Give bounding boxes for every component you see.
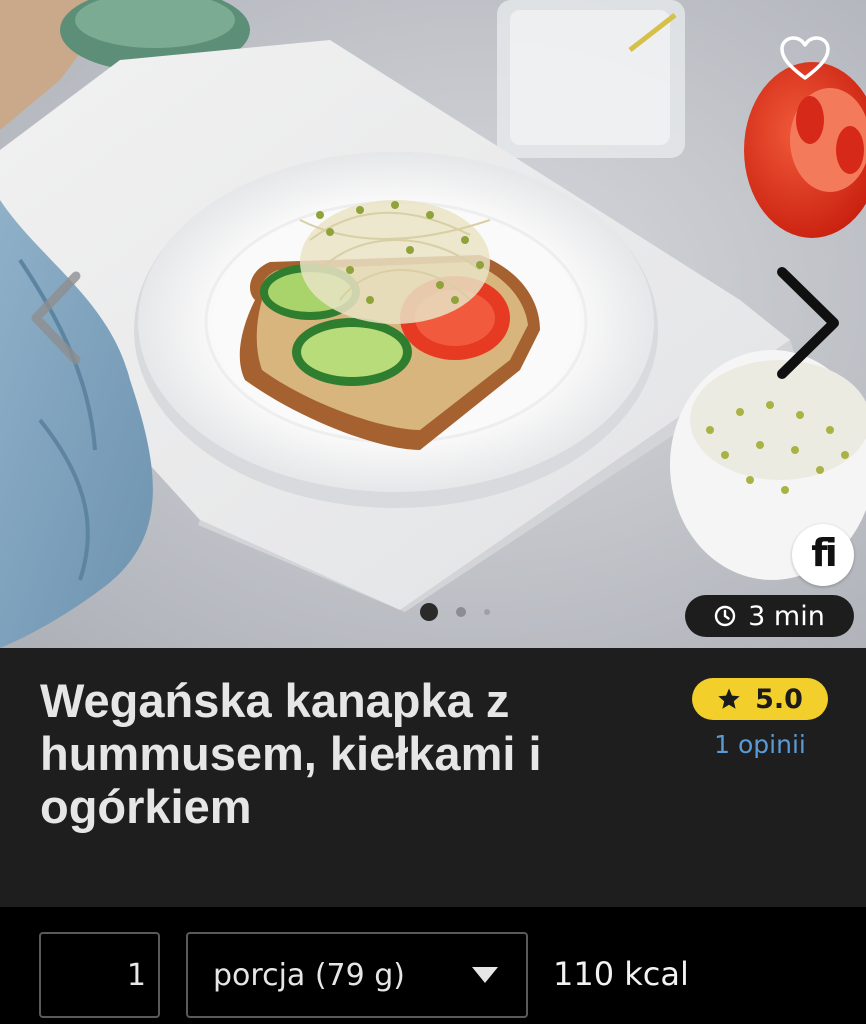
favorite-button[interactable] (777, 30, 833, 86)
rating-badge[interactable]: 5.0 (692, 678, 828, 720)
reviews-link[interactable]: 1 opinii (692, 730, 828, 759)
carousel-next-button[interactable] (770, 264, 842, 382)
portion-selector: porcja (79 g) 110 kcal (0, 907, 866, 1024)
unit-dropdown-value: porcja (79 g) (213, 957, 405, 993)
prep-time-badge: 3 min (685, 595, 854, 637)
brand-logo-text: fi (811, 531, 838, 575)
carousel-indicator (420, 603, 490, 621)
calories-value: 110 kcal (553, 955, 689, 993)
food-photo-illustration (0, 0, 866, 648)
recipe-photo: fi 3 min (0, 0, 866, 648)
chevron-right-icon (777, 267, 839, 379)
unit-dropdown[interactable]: porcja (79 g) (186, 932, 528, 1018)
carousel-prev-button[interactable] (24, 268, 88, 368)
recipe-header: Wegańska kanapka z hummusem, kiełkami i … (0, 648, 866, 907)
carousel-dot-active[interactable] (420, 603, 438, 621)
rating-value: 5.0 (755, 683, 803, 715)
carousel-dot[interactable] (484, 609, 490, 615)
caret-down-icon (472, 967, 498, 983)
star-icon (718, 688, 740, 709)
heart-outline-icon (780, 36, 830, 80)
clock-icon (714, 605, 736, 627)
brand-badge: fi (792, 524, 854, 586)
prep-time-label: 3 min (748, 600, 825, 632)
recipe-title: Wegańska kanapka z hummusem, kiełkami i … (40, 674, 542, 833)
carousel-dot[interactable] (456, 607, 466, 617)
chevron-left-icon (31, 271, 81, 365)
quantity-input[interactable] (39, 932, 160, 1018)
